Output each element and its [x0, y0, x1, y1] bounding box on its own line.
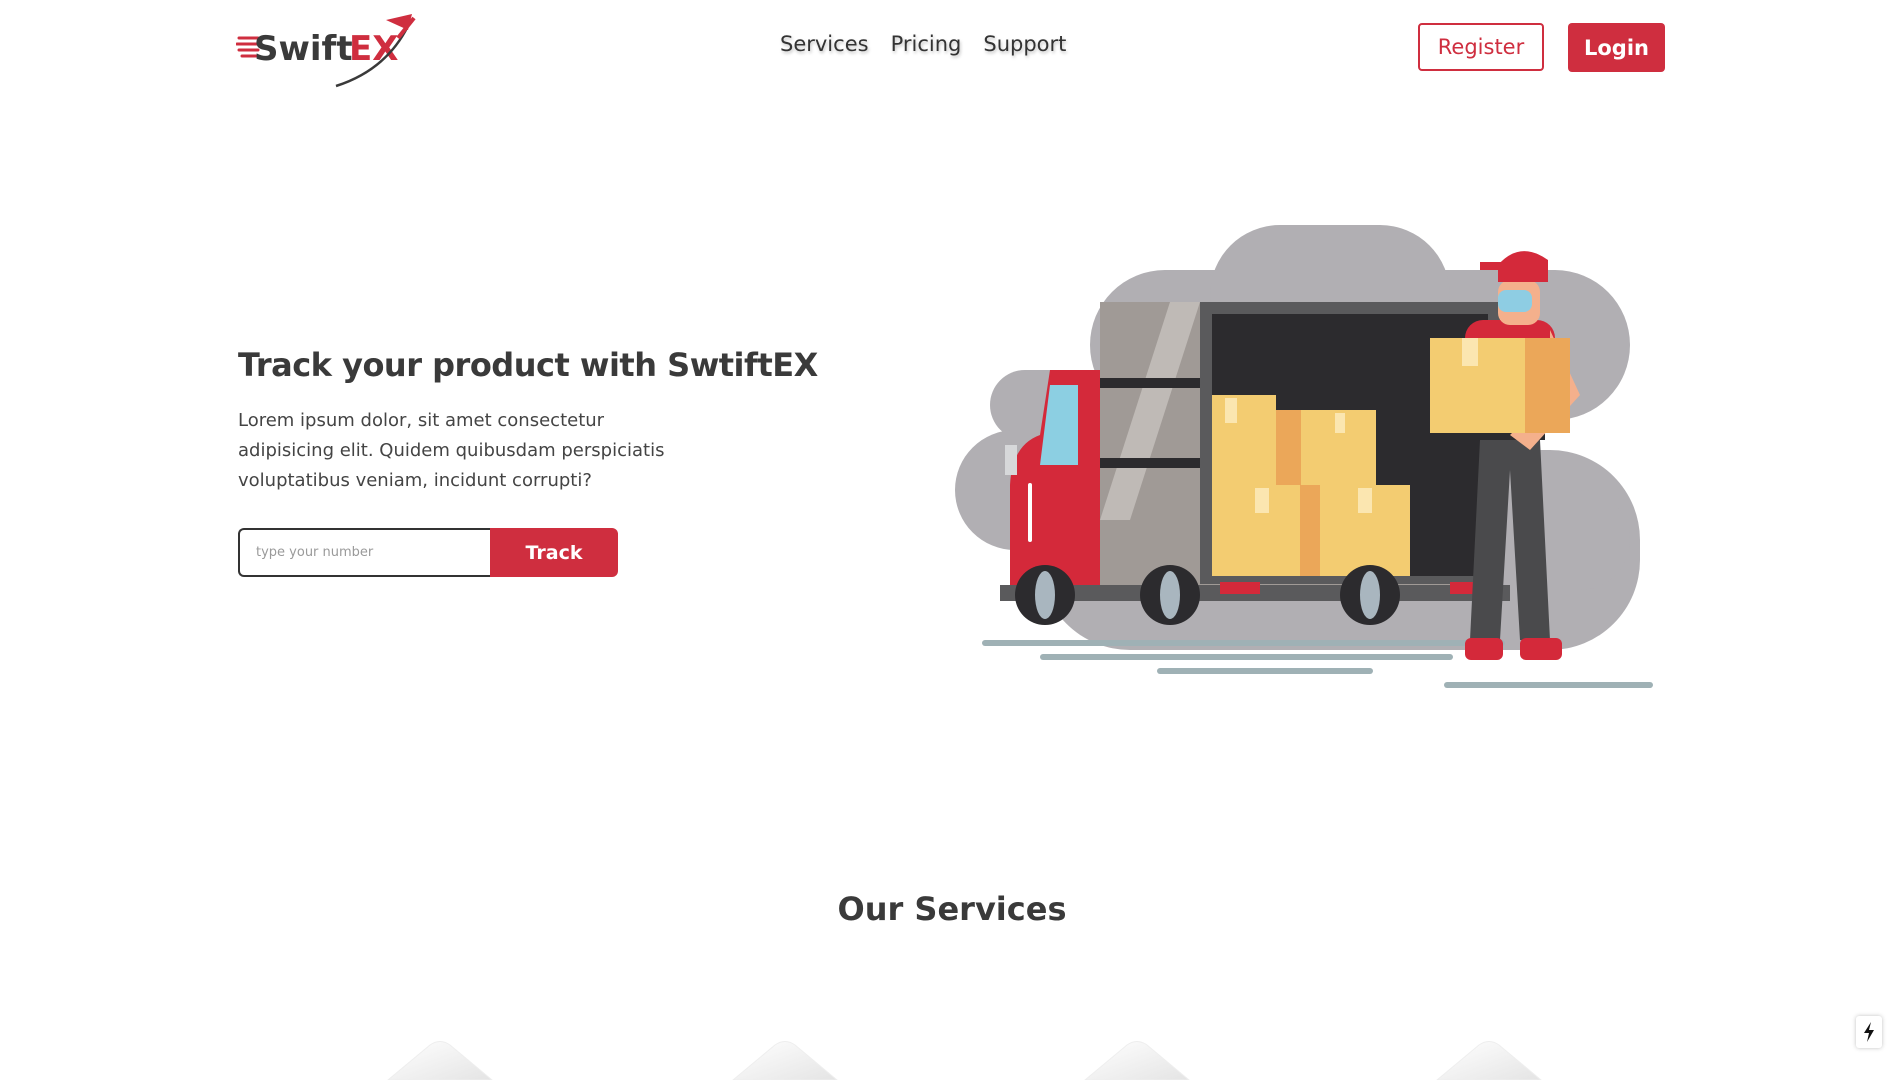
main-menu: Services Pricing Support — [780, 32, 1066, 56]
tracking-number-input[interactable] — [238, 528, 490, 577]
service-cards-row — [0, 1030, 1904, 1080]
track-form: Track — [238, 528, 618, 577]
svg-text:Swift: Swift — [254, 29, 353, 69]
nav-link-services[interactable]: Services — [780, 32, 869, 56]
login-button[interactable]: Login — [1568, 23, 1665, 72]
delivery-illustration — [950, 220, 1670, 700]
services-title: Our Services — [837, 890, 1067, 928]
nav-link-support[interactable]: Support — [983, 32, 1066, 56]
svg-text:EX: EX — [349, 29, 398, 69]
swiftex-logo[interactable]: Swift EX — [236, 8, 421, 90]
lightning-bolt-icon[interactable] — [1856, 1016, 1882, 1048]
hero-description: Lorem ipsum dolor, sit amet consectetur … — [238, 410, 665, 491]
hero-title: Track your product with SwtiftEX — [238, 346, 818, 384]
top-navbar: Swift EX Services Pricing Support Regist… — [0, 0, 1904, 100]
nav-link-pricing[interactable]: Pricing — [891, 32, 962, 56]
track-button[interactable]: Track — [490, 528, 618, 577]
register-button[interactable]: Register — [1418, 23, 1544, 71]
